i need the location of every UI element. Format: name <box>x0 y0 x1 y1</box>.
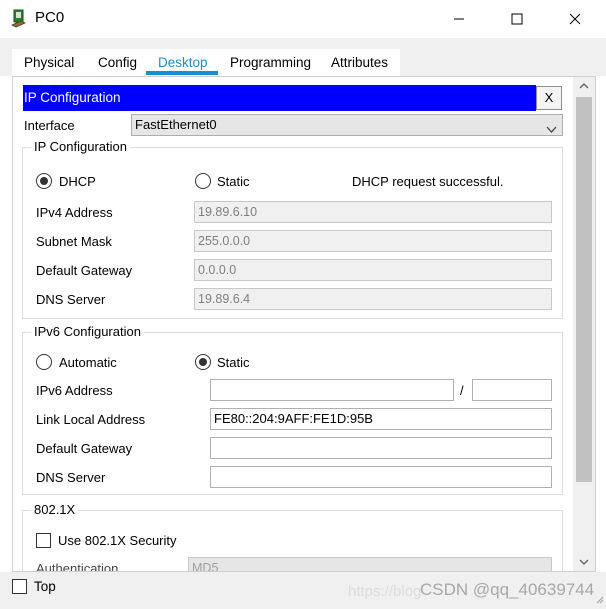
dhcp-radio[interactable] <box>36 173 52 189</box>
bottom-bar: Top https://blog CSDN @qq_40639744 <box>0 572 606 609</box>
static-ipv6-radio[interactable] <box>195 354 211 370</box>
vertical-scrollbar[interactable] <box>573 77 595 571</box>
close-icon <box>569 13 581 25</box>
interface-value: FastEthernet0 <box>135 117 217 132</box>
pc-icon <box>10 8 30 28</box>
ipv4-address-field[interactable]: 19.89.6.10 <box>194 201 552 223</box>
tab-config[interactable]: Config <box>98 55 137 70</box>
ipv6-dns-field[interactable] <box>210 466 552 488</box>
ipv4-dns-field[interactable]: 19.89.6.4 <box>194 288 552 310</box>
ip-config-header: IP Configuration <box>23 85 536 111</box>
top-checkbox[interactable] <box>12 579 27 594</box>
tab-desktop[interactable]: Desktop <box>158 55 208 70</box>
minimize-button[interactable] <box>436 0 482 38</box>
ipv6-dns-label: DNS Server <box>36 470 106 485</box>
window-title: PC0 <box>35 9 65 26</box>
dot1x-group: 802.1X Use 802.1X Security Authenticatio… <box>22 502 563 572</box>
ipv6-config-group: IPv6 Configuration Automatic Static IPv6… <box>22 324 563 495</box>
tab-programming[interactable]: Programming <box>230 55 311 70</box>
maximize-icon <box>511 13 523 25</box>
authentication-select[interactable]: MD5 <box>188 557 552 571</box>
close-window-button[interactable] <box>552 0 598 38</box>
subnet-mask-field[interactable]: 255.0.0.0 <box>194 230 552 252</box>
ipv4-gateway-label: Default Gateway <box>36 263 133 278</box>
ipv6-address-label: IPv6 Address <box>36 383 113 398</box>
ipv6-prefix-field[interactable] <box>472 379 552 401</box>
ipv6-group-title: IPv6 Configuration <box>31 324 144 339</box>
interface-select[interactable]: FastEthernet0 <box>131 114 563 136</box>
scroll-up-icon[interactable] <box>573 77 595 95</box>
link-local-field[interactable]: FE80::204:9AFF:FE1D:95B <box>210 408 552 430</box>
use-dot1x-checkbox[interactable] <box>36 533 51 548</box>
dhcp-status-text: DHCP request successful. <box>352 174 504 189</box>
desktop-panel: IP Configuration X Interface FastEtherne… <box>12 76 596 572</box>
tab-physical[interactable]: Physical <box>24 55 74 70</box>
ipv4-config-group: IP Configuration DHCP Static DHCP reques… <box>22 139 563 319</box>
ipv4-gateway-field[interactable]: 0.0.0.0 <box>194 259 552 281</box>
automatic-ipv6-label: Automatic <box>59 355 117 370</box>
tab-bar: Physical Config Desktop Programming Attr… <box>0 38 606 76</box>
prefix-separator: / <box>460 383 464 398</box>
static-ipv6-label: Static <box>217 355 250 370</box>
ipv4-group-title: IP Configuration <box>31 139 130 154</box>
title-bar: PC0 <box>0 0 606 38</box>
ipv4-address-label: IPv4 Address <box>36 205 113 220</box>
use-dot1x-label: Use 802.1X Security <box>58 533 177 548</box>
dhcp-label: DHCP <box>59 174 96 189</box>
static-ipv4-radio[interactable] <box>195 173 211 189</box>
automatic-ipv6-radio[interactable] <box>36 354 52 370</box>
watermark-url: https://blog <box>348 583 422 600</box>
tab-attributes[interactable]: Attributes <box>331 55 388 70</box>
static-ipv4-label: Static <box>217 174 250 189</box>
dot1x-group-title: 802.1X <box>31 502 79 517</box>
link-local-label: Link Local Address <box>36 412 146 427</box>
resize-grip-icon[interactable] <box>594 592 604 607</box>
ip-config-close-button[interactable]: X <box>536 86 562 110</box>
ipv6-gateway-field[interactable] <box>210 437 552 459</box>
authentication-label: Authentication <box>36 561 119 572</box>
top-label: Top <box>34 579 56 594</box>
scrollbar-thumb[interactable] <box>576 97 592 482</box>
ipv6-gateway-label: Default Gateway <box>36 441 133 456</box>
chevron-down-icon <box>546 120 557 140</box>
interface-label: Interface <box>24 118 75 133</box>
subnet-mask-label: Subnet Mask <box>36 234 112 249</box>
minimize-icon <box>454 18 464 20</box>
ipv6-address-field[interactable] <box>210 379 454 401</box>
maximize-button[interactable] <box>494 0 540 38</box>
scroll-down-icon[interactable] <box>573 553 595 571</box>
ipv4-dns-label: DNS Server <box>36 292 106 307</box>
watermark-text: CSDN @qq_40639744 <box>420 580 595 599</box>
active-tab-indicator <box>146 71 218 75</box>
